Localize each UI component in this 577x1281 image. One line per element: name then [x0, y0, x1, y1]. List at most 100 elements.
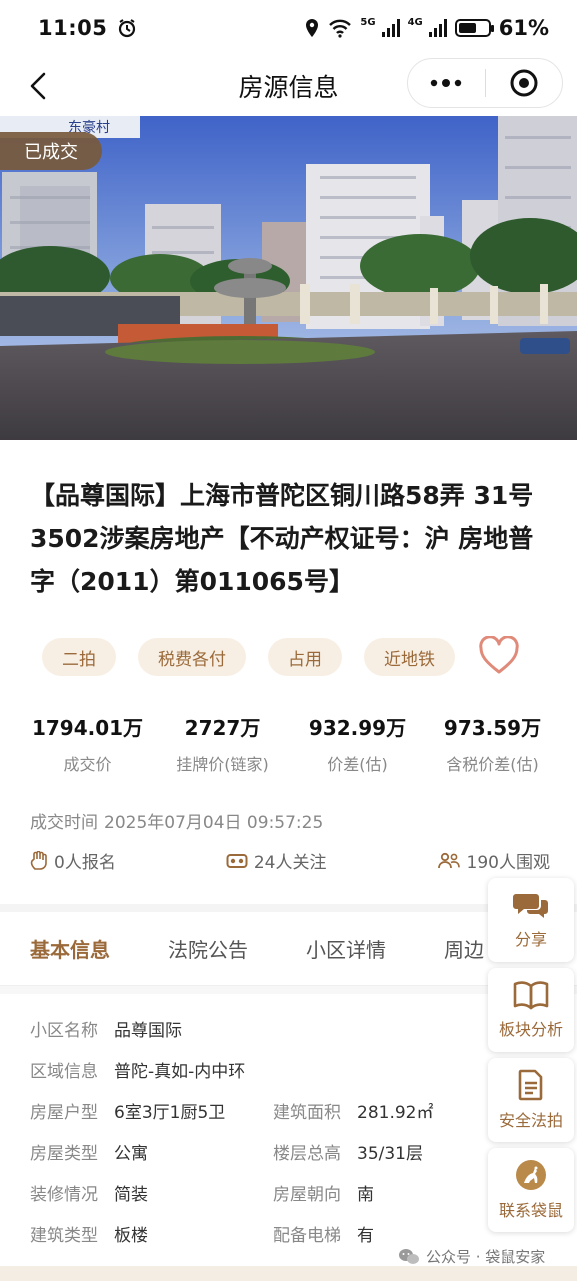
- info-cell: 楼层总高 35/31层: [273, 1139, 516, 1164]
- stat-value: 932.99万: [308, 716, 407, 740]
- watermark: 公众号 · 袋鼠安家: [398, 1246, 545, 1267]
- info-value: 35/31层: [357, 1144, 423, 1164]
- signup-count-text: 0人报名: [54, 853, 116, 873]
- deal-time: 成交时间 2025年07月04日 09:57:25: [30, 808, 323, 833]
- tab-basic-info[interactable]: 基本信息: [30, 934, 110, 963]
- deal-time-label: 成交时间: [30, 813, 98, 833]
- stat-listing-price: 2727万 挂牌价(链家): [155, 712, 290, 775]
- tag-tax: 税费各付: [138, 638, 246, 676]
- stat-label: 含税价差(估): [446, 755, 539, 774]
- stat-label: 成交价: [63, 755, 112, 774]
- info-value: 281.92㎡: [357, 1103, 434, 1123]
- chat-bubble-icon: [513, 894, 548, 918]
- status-bar: 11:05 5G 4G 61%: [0, 0, 577, 56]
- document-icon: [518, 1069, 543, 1101]
- favorite-button[interactable]: [478, 635, 520, 676]
- contact-button[interactable]: 联系袋鼠: [488, 1148, 574, 1232]
- watermark-text: 公众号 · 袋鼠安家: [426, 1248, 546, 1266]
- follow-count: 24人关注: [226, 848, 327, 873]
- info-value: 普陀-真如-内中环: [114, 1062, 246, 1082]
- status-time: 11:05: [38, 16, 108, 40]
- stat-value: 2727万: [184, 716, 261, 740]
- property-photo[interactable]: 东豪村 已成交: [0, 116, 577, 440]
- network-label-b: 4G: [407, 16, 423, 28]
- sector-analysis-label: 板块分析: [498, 1020, 563, 1039]
- book-icon: [513, 981, 549, 1010]
- property-title: 【品尊国际】上海市普陀区铜川路58弄 31号3502涉案房地产【不动产权证号：沪…: [30, 481, 534, 596]
- info-value: 6室3厅1厨5卫: [114, 1103, 226, 1123]
- info-key: 建筑面积: [273, 1103, 341, 1123]
- floating-action-column: 分享 板块分析 安全法拍 联系袋鼠: [488, 878, 574, 1232]
- info-cell: 建筑类型 板楼: [30, 1221, 273, 1246]
- info-value: 品尊国际: [114, 1021, 182, 1041]
- info-key: 房屋朝向: [273, 1185, 341, 1205]
- tag-metro: 近地铁: [364, 638, 455, 676]
- tab-community-detail[interactable]: 小区详情: [306, 934, 386, 963]
- info-row: 装修情况 简装 房屋朝向 南: [30, 1172, 550, 1213]
- info-cell: 房屋户型 6室3厅1厨5卫: [30, 1098, 273, 1123]
- info-row: 小区名称 品尊国际: [30, 1008, 550, 1049]
- info-key: 楼层总高: [273, 1144, 341, 1164]
- info-key: 装修情况: [30, 1185, 98, 1205]
- page-title: 房源信息: [238, 73, 339, 102]
- info-row: 房屋类型 公寓 楼层总高 35/31层: [30, 1131, 550, 1172]
- viewer-count: 190人围观: [437, 848, 550, 873]
- battery-percent: 61%: [498, 16, 549, 40]
- kangaroo-icon: [516, 1160, 546, 1190]
- battery-icon: [454, 19, 494, 37]
- info-key: 建筑类型: [30, 1226, 98, 1246]
- info-key: 房屋户型: [30, 1103, 98, 1123]
- signup-count: 0人报名: [30, 848, 116, 873]
- info-cell: 配备电梯 有: [273, 1221, 516, 1246]
- info-cell: 区域信息 普陀-真如-内中环: [30, 1057, 430, 1082]
- target-icon: [510, 69, 538, 97]
- info-row: 房屋户型 6室3厅1厨5卫 建筑面积 281.92㎡: [30, 1090, 550, 1131]
- price-stats: 1794.01万 成交价 2727万 挂牌价(链家) 932.99万 价差(估)…: [20, 712, 560, 775]
- info-cell: 装修情况 简装: [30, 1180, 273, 1205]
- follow-count-text: 24人关注: [253, 853, 327, 873]
- alarm-icon: [119, 19, 136, 38]
- close-mini-program-button[interactable]: [486, 59, 563, 107]
- stat-price-diff: 932.99万 价差(估): [290, 712, 425, 775]
- chevron-left-icon: [30, 72, 46, 100]
- heart-icon: [479, 635, 519, 674]
- stat-deal-price: 1794.01万 成交价: [20, 712, 155, 775]
- stat-value: 1794.01万: [31, 716, 144, 740]
- location-icon: [306, 19, 319, 37]
- signal-icon: [381, 19, 400, 37]
- viewer-count-text: 190人围观: [466, 853, 550, 873]
- info-key: 小区名称: [30, 1021, 98, 1041]
- info-value: 公寓: [114, 1144, 148, 1164]
- info-value: 有: [357, 1226, 374, 1246]
- contact-label: 联系袋鼠: [498, 1201, 563, 1220]
- engagement-counts: 0人报名 24人关注 190人围观: [30, 848, 550, 873]
- tag-auction-round: 二拍: [42, 638, 116, 676]
- info-key: 房屋类型: [30, 1144, 98, 1164]
- safe-auction-label: 安全法拍: [498, 1111, 563, 1130]
- bottom-bar: [0, 1266, 577, 1281]
- more-button[interactable]: [408, 59, 485, 107]
- share-button[interactable]: 分享: [488, 878, 574, 962]
- info-cell: 房屋类型 公寓: [30, 1139, 273, 1164]
- mini-program-capsule: [407, 58, 563, 108]
- signal-icon: [428, 19, 447, 37]
- info-cell: 建筑面积 281.92㎡: [273, 1098, 516, 1123]
- stat-label: 挂牌价(链家): [176, 755, 269, 774]
- safe-auction-button[interactable]: 安全法拍: [488, 1058, 574, 1142]
- tag-list: 二拍 税费各付 占用 近地铁: [42, 638, 455, 676]
- tab-court-notice[interactable]: 法院公告: [168, 934, 248, 963]
- more-dots-icon: [431, 79, 462, 87]
- network-label-a: 5G: [360, 16, 376, 28]
- back-button[interactable]: [18, 66, 58, 106]
- info-cell: 房屋朝向 南: [273, 1180, 516, 1205]
- info-key: 区域信息: [30, 1062, 98, 1082]
- info-value: 南: [357, 1185, 374, 1205]
- tab-surroundings[interactable]: 周边: [444, 934, 484, 963]
- info-value: 简装: [114, 1185, 148, 1205]
- vr-glasses-icon: [226, 853, 248, 868]
- hand-icon: [30, 850, 47, 870]
- people-icon: [437, 852, 460, 868]
- info-key: 配备电梯: [273, 1226, 341, 1246]
- sector-analysis-button[interactable]: 板块分析: [488, 968, 574, 1052]
- wifi-icon: [329, 19, 352, 38]
